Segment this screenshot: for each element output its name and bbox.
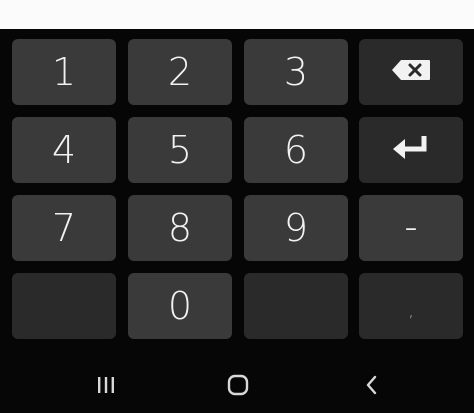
enter-icon <box>391 134 431 166</box>
key-label: 2 <box>167 50 193 94</box>
key-6[interactable]: 6 <box>244 117 348 183</box>
recents-icon <box>95 375 117 399</box>
back-button[interactable] <box>352 372 392 402</box>
key-9[interactable]: 9 <box>244 195 348 261</box>
key-label: 3 <box>283 50 309 94</box>
back-icon <box>364 374 380 400</box>
backspace-key[interactable] <box>359 39 463 105</box>
navigation-bar <box>0 356 474 413</box>
key-8[interactable]: 8 <box>128 195 232 261</box>
home-icon <box>226 374 250 400</box>
recents-button[interactable] <box>86 372 126 402</box>
key-label: 5 <box>167 128 193 172</box>
key-label: 1 <box>51 50 77 94</box>
key-7[interactable]: 7 <box>12 195 116 261</box>
dash-key[interactable]: – <box>359 195 463 261</box>
key-blank-left[interactable] <box>12 273 116 339</box>
key-4[interactable]: 4 <box>12 117 116 183</box>
home-button[interactable] <box>218 372 258 402</box>
key-blank-right[interactable] <box>244 273 348 339</box>
input-area-strip <box>0 0 474 29</box>
key-1[interactable]: 1 <box>12 39 116 105</box>
key-label: 6 <box>283 128 309 172</box>
enter-key[interactable] <box>359 117 463 183</box>
key-5[interactable]: 5 <box>128 117 232 183</box>
key-label: 0 <box>167 284 193 328</box>
key-2[interactable]: 2 <box>128 39 232 105</box>
key-label: 9 <box>283 206 309 250</box>
key-label: 7 <box>51 206 77 250</box>
key-label: 8 <box>167 206 193 250</box>
backspace-icon <box>391 59 431 85</box>
numeric-keyboard: 1 2 3 4 5 6 7 8 9 – 0 , <box>0 29 474 356</box>
comma-label: , <box>408 305 414 321</box>
comma-key[interactable]: , <box>359 273 463 339</box>
key-label: 4 <box>51 128 77 172</box>
dash-label: – <box>405 214 417 242</box>
key-0[interactable]: 0 <box>128 273 232 339</box>
key-3[interactable]: 3 <box>244 39 348 105</box>
